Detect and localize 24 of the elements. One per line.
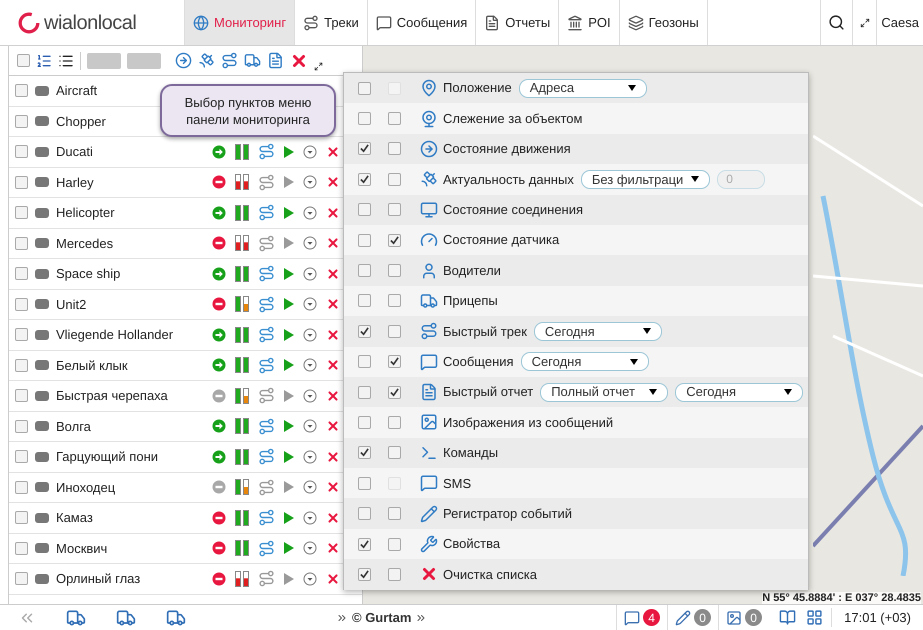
clock-text: 17:01 (+03) [831,608,923,628]
unit-name: Камаз [56,509,93,527]
unit-name: Орлиный глаз [56,570,140,588]
unit-name: Chopper [56,112,106,131]
unit-name: Space ship [56,265,120,283]
count-badge: 4 [643,609,660,626]
unit-name: Волга [56,418,91,436]
unit-name: Москвич [56,540,108,558]
unit-name: Иноходец [56,478,116,497]
unit-name: Гарцующий пони [56,448,158,466]
unit-name: Mercedes [56,234,114,252]
unit-name: Harley [56,174,94,192]
tooltip: Выбор пунктов меню панели мониторинга [160,84,336,137]
logo-text: wialonlocal [44,10,136,36]
unit-name: Белый клык [56,356,128,374]
coordinates-readout: N 55° 45.8884' : E 037° 28.4835 [762,592,921,604]
unit-name: Ducati [56,143,93,161]
unit-name: Aircraft [56,82,98,100]
unit-name: Unit2 [56,296,86,314]
unit-name: Helicopter [56,204,115,222]
unit-name: Быстрая черепаха [56,387,168,405]
count-badge: 0 [694,609,712,626]
unit-name: Vliegende Hollander [56,326,174,344]
count-badge: 0 [745,609,762,626]
